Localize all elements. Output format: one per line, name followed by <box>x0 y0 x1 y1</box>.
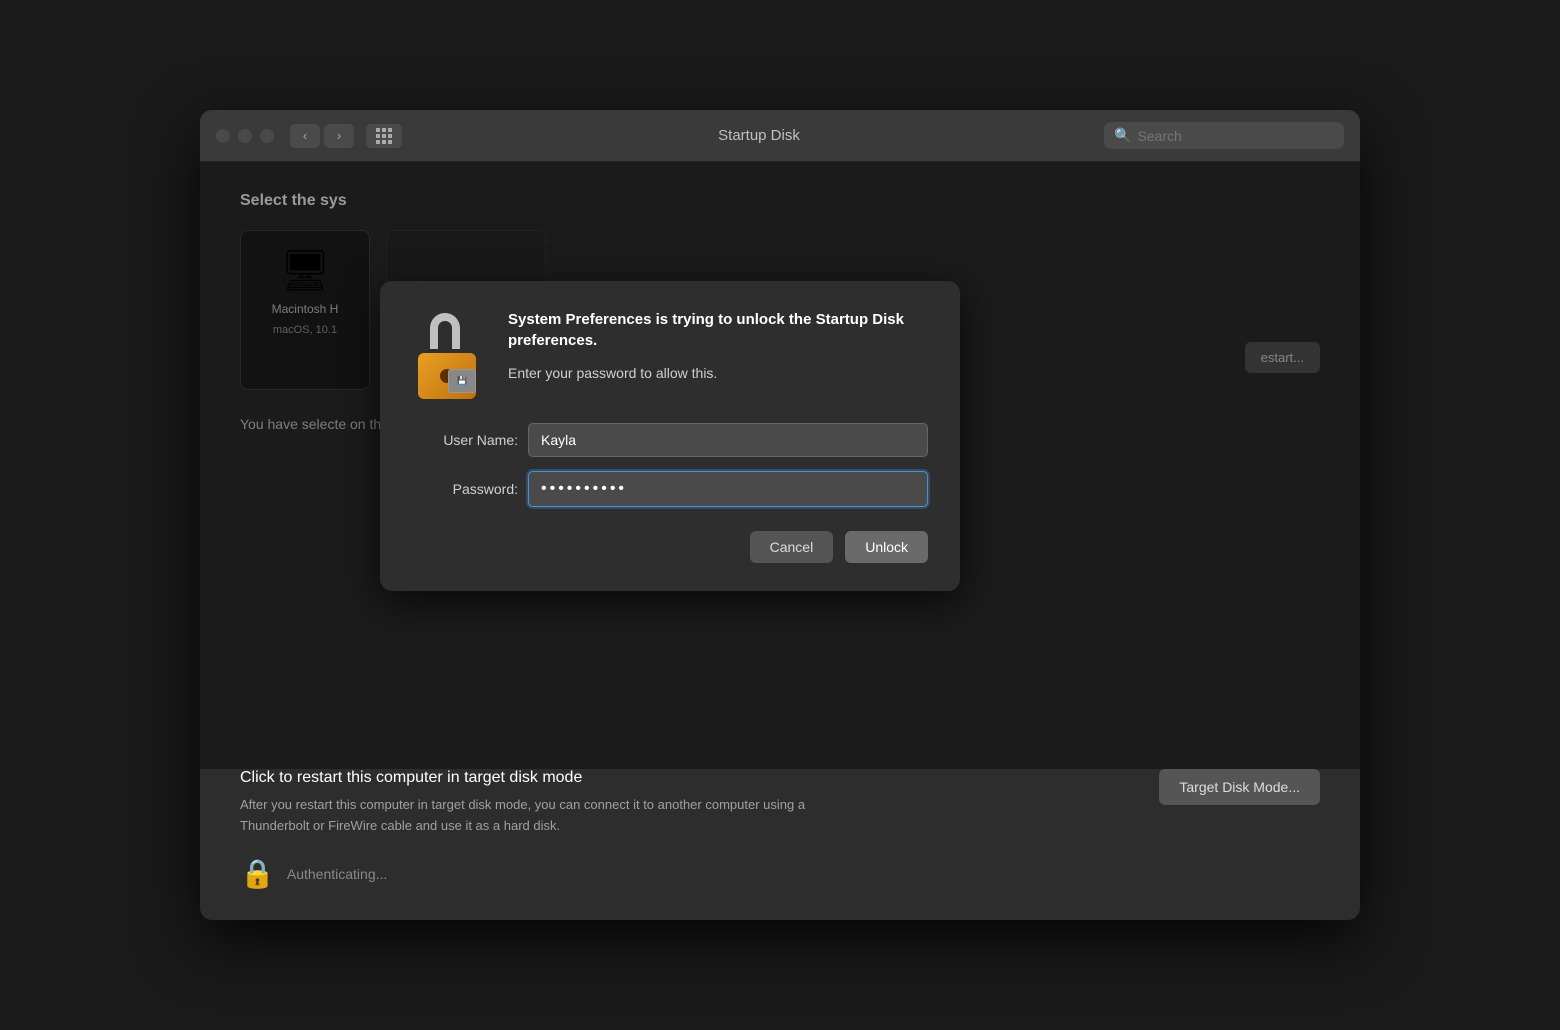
window-title: Startup Disk <box>414 127 1104 144</box>
cancel-button[interactable]: Cancel <box>750 531 834 563</box>
authenticating-row: 🔒 Authenticating... <box>240 857 1320 890</box>
target-disk-title: Click to restart this computer in target… <box>240 769 1159 787</box>
unlock-dialog: 💾 System Preferences is trying to unlock… <box>380 281 960 591</box>
search-bar[interactable]: 🔍 <box>1104 122 1344 149</box>
username-label: User Name: <box>408 432 518 448</box>
search-icon: 🔍 <box>1114 127 1131 144</box>
dialog-description: Enter your password to allow this. <box>508 363 928 384</box>
search-input[interactable] <box>1137 128 1334 144</box>
traffic-lights <box>216 129 274 143</box>
unlock-button[interactable]: Unlock <box>845 531 928 563</box>
modal-form: User Name: Password: <box>408 423 928 507</box>
maximize-button[interactable] <box>260 129 274 143</box>
username-row: User Name: <box>408 423 928 457</box>
titlebar: ‹ › Startup Disk 🔍 <box>200 110 1360 162</box>
forward-button[interactable]: › <box>324 124 354 148</box>
lock-shackle <box>430 313 460 349</box>
modal-buttons: Cancel Unlock <box>408 531 928 563</box>
modal-text: System Preferences is trying to unlock t… <box>508 309 928 399</box>
password-input[interactable] <box>528 471 928 507</box>
target-disk-mode-button[interactable]: Target Disk Mode... <box>1159 769 1320 805</box>
target-disk-desc: After you restart this computer in targe… <box>240 795 840 837</box>
auth-status-text: Authenticating... <box>287 866 387 882</box>
modal-top: 💾 System Preferences is trying to unlock… <box>408 309 928 399</box>
target-disk-info: Click to restart this computer in target… <box>240 769 1159 837</box>
grid-view-button[interactable] <box>366 124 402 148</box>
password-row: Password: <box>408 471 928 507</box>
back-button[interactable]: ‹ <box>290 124 320 148</box>
password-label: Password: <box>408 481 518 497</box>
username-input[interactable] <box>528 423 928 457</box>
nav-buttons: ‹ › <box>290 124 354 148</box>
lock-icon: 💾 <box>408 309 488 399</box>
auth-lock-icon: 🔒 <box>240 857 275 890</box>
bottom-section: Click to restart this computer in target… <box>200 769 1360 920</box>
minimize-button[interactable] <box>238 129 252 143</box>
grid-icon <box>376 128 392 144</box>
lock-disk-overlay: 💾 <box>448 369 476 393</box>
close-button[interactable] <box>216 129 230 143</box>
target-disk-row: Click to restart this computer in target… <box>240 769 1320 837</box>
main-window: ‹ › Startup Disk 🔍 Select the sys 🖥 Maci… <box>200 110 1360 920</box>
modal-overlay: 💾 System Preferences is trying to unlock… <box>200 162 1360 769</box>
content-area: Select the sys 🖥 Macintosh H macOS, 10.1… <box>200 162 1360 769</box>
lock-body: 💾 <box>418 353 476 399</box>
dialog-title: System Preferences is trying to unlock t… <box>508 309 928 351</box>
